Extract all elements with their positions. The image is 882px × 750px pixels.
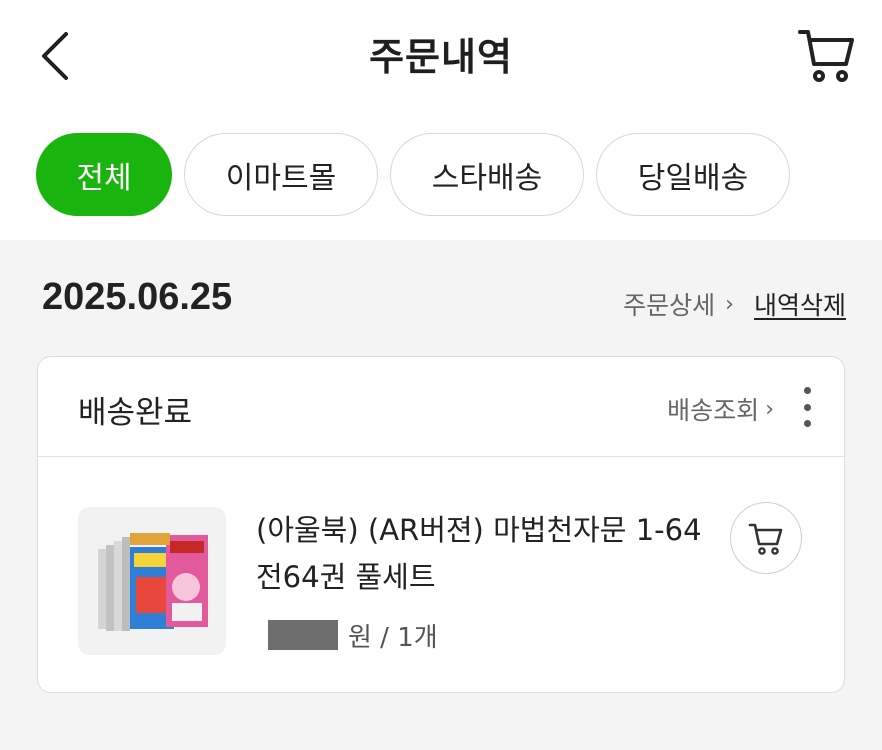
cart-button[interactable] [796,24,858,86]
delivery-status: 배송완료 [78,395,193,431]
more-options-icon[interactable] [800,387,814,427]
tab-emart-mall[interactable]: 이마트몰 [184,133,378,216]
filter-tabs: 전체 이마트몰 스타배송 당일배송 [36,133,790,216]
tab-same-day-delivery[interactable]: 당일배송 [596,133,790,216]
tab-all[interactable]: 전체 [36,133,172,216]
chevron-right-icon: › [765,396,774,422]
delete-history-link[interactable]: 내역삭제 [754,286,846,322]
order-card: 배송완료 배송조회 › (아울북) (AR버젼) 마법천자문 1-64 전64권… [37,356,845,693]
order-detail-label: 주문상세 [623,291,716,320]
order-detail-link[interactable]: 주문상세 › [623,286,734,322]
top-area: 주문내역 전체 이마트몰 스타배송 당일배송 [0,0,882,240]
chevron-right-icon: › [725,291,734,317]
price-line: 원 / 1개 [268,615,438,655]
tab-star-delivery[interactable]: 스타배송 [390,133,584,216]
track-delivery-label: 배송조회 [667,396,760,425]
order-date: 2025.06.25 [42,276,233,318]
app-header: 주문내역 [0,0,882,110]
track-delivery-link[interactable]: 배송조회 › [667,391,774,427]
cart-icon [748,523,783,555]
product-name[interactable]: (아울북) (AR버젼) 마법천자문 1-64 전64권 풀세트 [256,507,716,601]
order-card-header: 배송완료 배송조회 › [38,357,844,457]
product-thumbnail[interactable] [78,507,226,655]
price-redacted [268,620,338,650]
price-quantity: 원 / 1개 [348,622,438,653]
order-actions: 주문상세 › 내역삭제 [623,286,846,322]
book-set-image [98,533,208,631]
add-to-cart-button[interactable] [730,502,802,574]
order-date-row: 2025.06.25 주문상세 › 내역삭제 [42,276,846,326]
cart-icon [798,30,854,82]
page-title: 주문내역 [369,35,513,79]
